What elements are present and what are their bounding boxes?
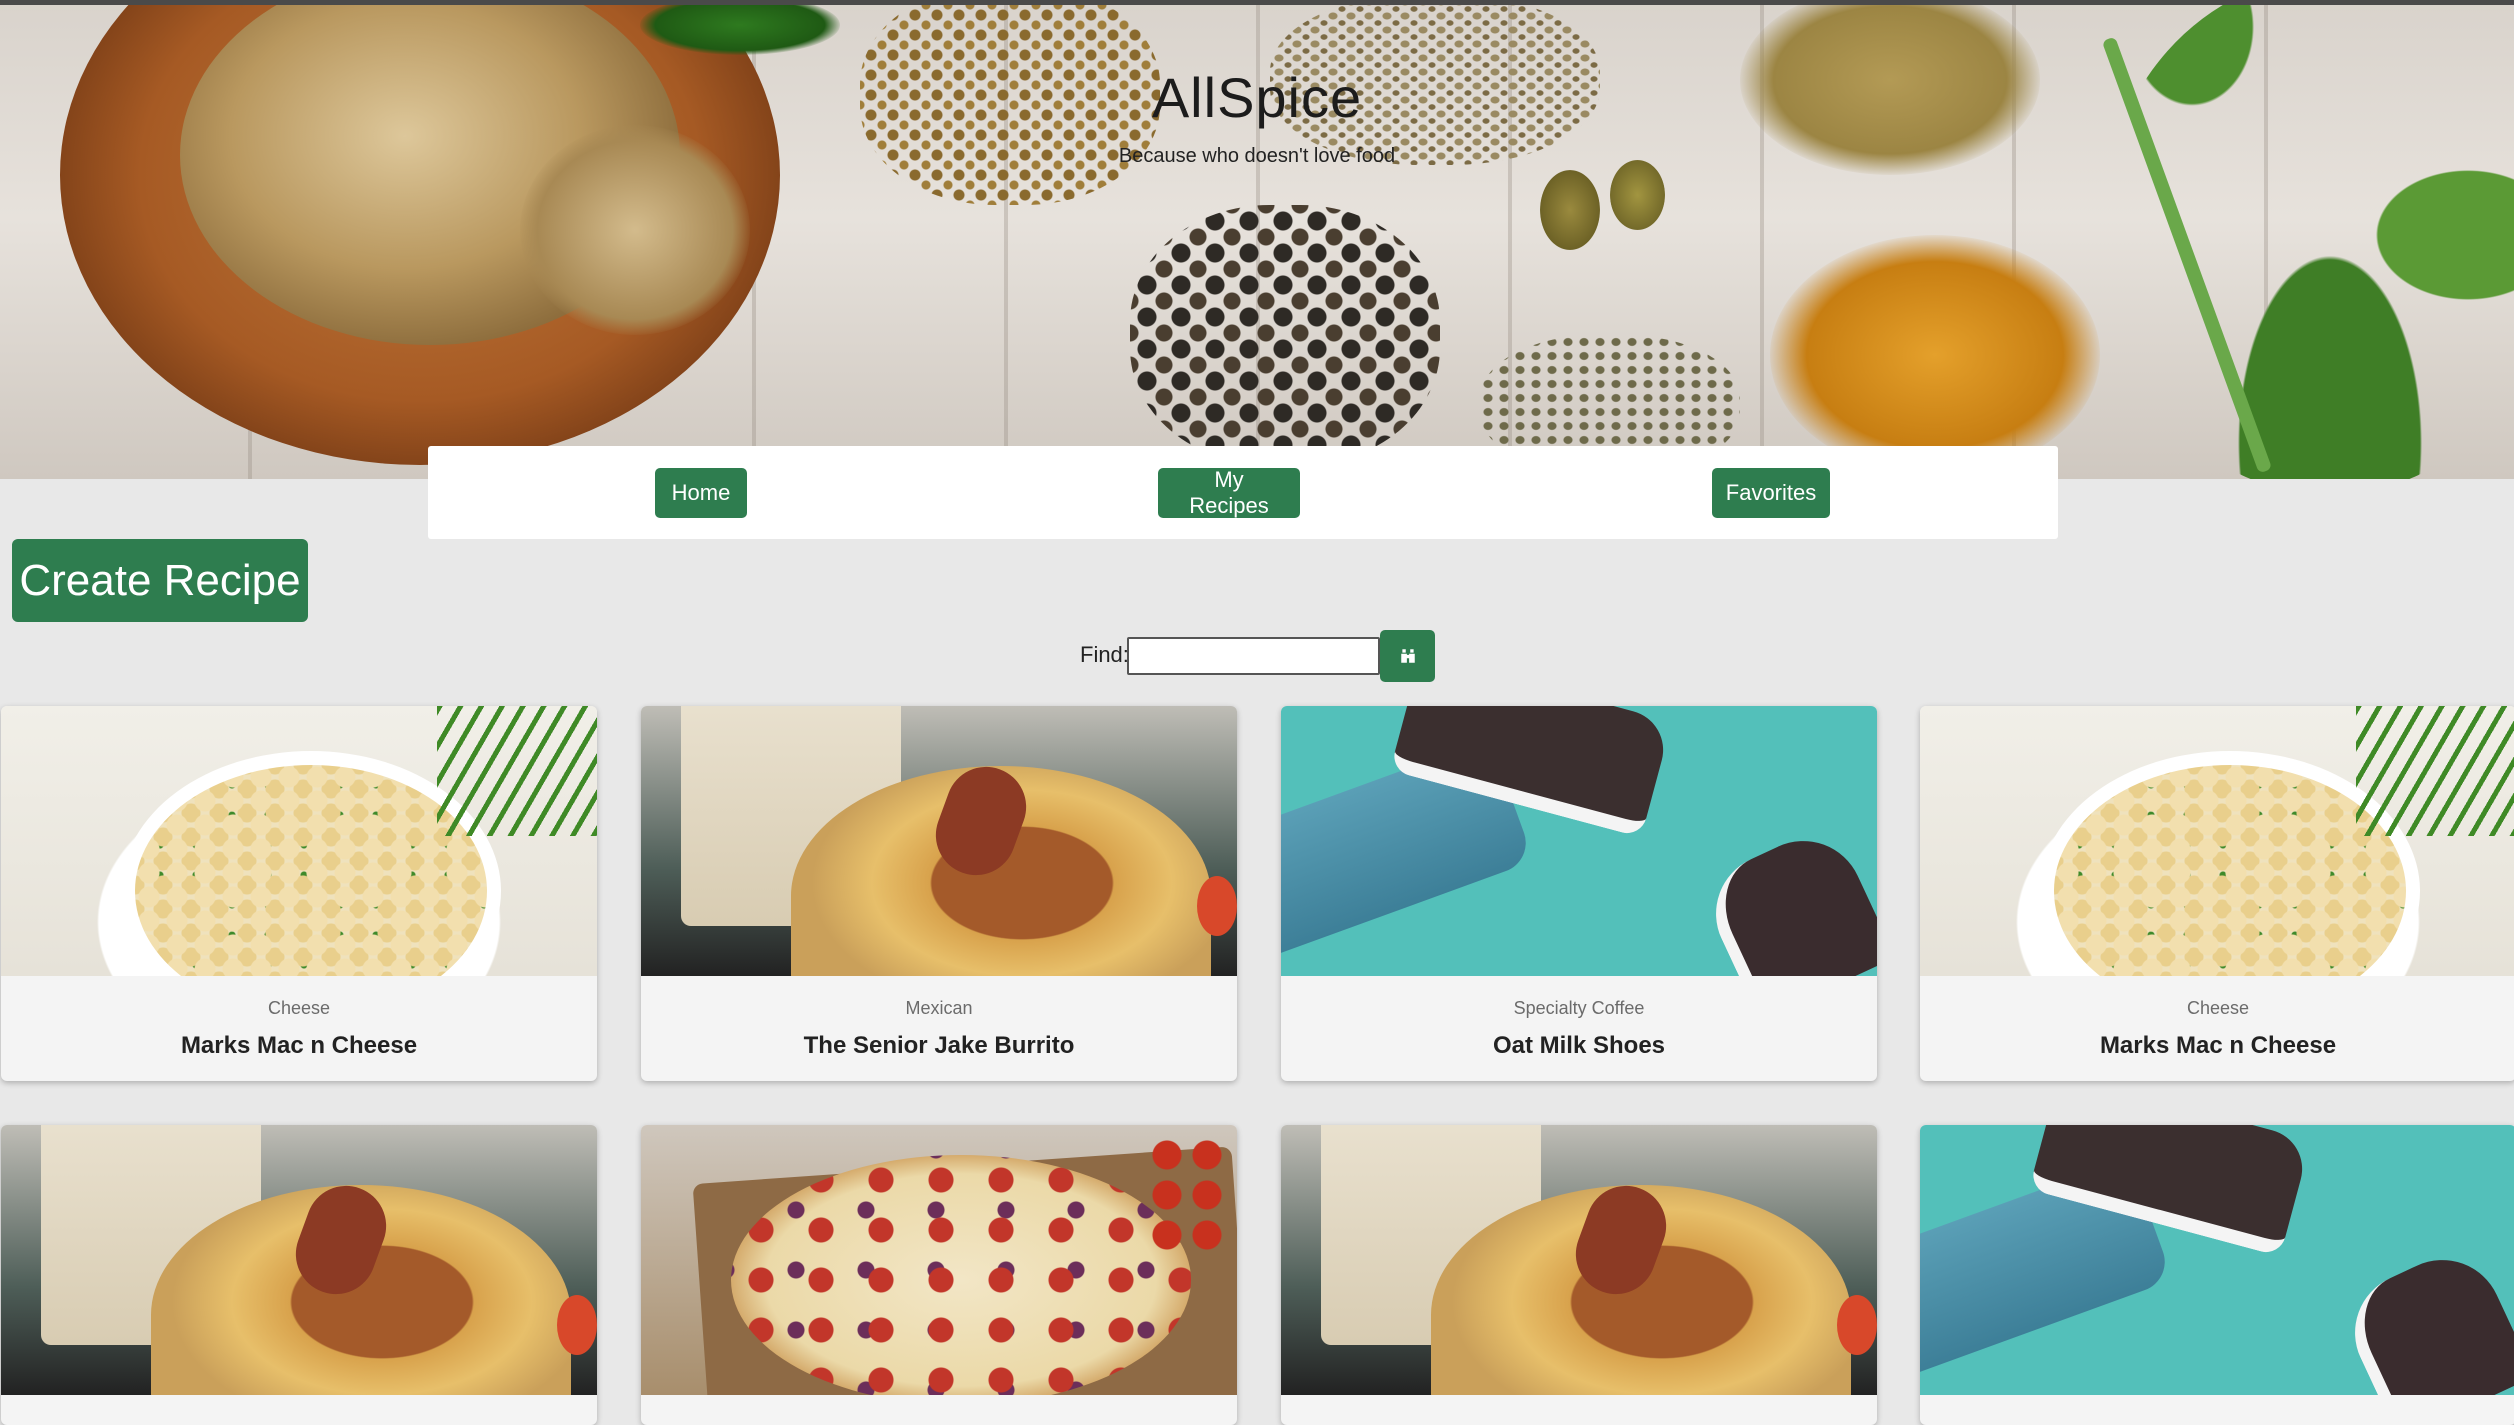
search-button[interactable]	[1380, 630, 1435, 682]
recipe-card[interactable]: Mexican The Senior Jake Burrito	[641, 706, 1237, 1081]
nav-my-recipes-button[interactable]: My Recipes	[1158, 467, 1300, 518]
recipe-title: Oat Milk Shoes	[1492, 1032, 1666, 1059]
brand-tagline: Because who doesn't love food	[1118, 145, 1396, 167]
recipe-card[interactable]: Cheese Marks Mac n Cheese	[1920, 706, 2514, 1081]
recipe-title: Marks Mac n Cheese	[2099, 1032, 2337, 1059]
pizza-image	[641, 1125, 1237, 1395]
recipe-card[interactable]	[641, 1125, 1237, 1425]
recipe-category: Cheese	[2186, 998, 2250, 1018]
mac-and-cheese-image	[1, 706, 597, 976]
hero-cardamom-graphic-2	[1610, 160, 1665, 230]
burrito-image	[1, 1125, 597, 1395]
find-label: Find:	[1080, 642, 1129, 667]
binoculars-icon	[1400, 649, 1415, 663]
search-input[interactable]	[1127, 637, 1380, 675]
nav-home-button[interactable]: Home	[655, 468, 747, 518]
recipe-card[interactable]	[1281, 1125, 1877, 1425]
burrito-image	[641, 706, 1237, 976]
hero-banner: AllSpice Because who doesn't love food	[0, 5, 2514, 479]
navbar: Home My Recipes Favorites	[428, 446, 2058, 539]
mac-and-cheese-image	[1920, 706, 2514, 976]
hero-peppercorn-graphic	[1130, 205, 1440, 465]
burrito-image	[1281, 1125, 1877, 1395]
nav-favorites-button[interactable]: Favorites	[1712, 468, 1830, 518]
recipe-category: Cheese	[267, 998, 331, 1018]
create-recipe-button[interactable]: Create Recipe	[12, 539, 308, 622]
recipe-category: Mexican	[905, 998, 973, 1018]
recipe-title: Marks Mac n Cheese	[180, 1032, 418, 1059]
brand-title: AllSpice	[1151, 66, 1363, 129]
hero-turmeric-graphic	[1770, 235, 2100, 475]
shoes-image	[1281, 706, 1877, 976]
recipe-card[interactable]: Specialty Coffee Oat Milk Shoes	[1281, 706, 1877, 1081]
recipe-card[interactable]: Cheese Marks Mac n Cheese	[1, 706, 597, 1081]
shoes-image	[1920, 1125, 2514, 1395]
recipe-card[interactable]	[1, 1125, 597, 1425]
recipe-category: Specialty Coffee	[1513, 998, 1645, 1018]
hero-cardamom-graphic	[1540, 170, 1600, 250]
recipe-title: The Senior Jake Burrito	[803, 1032, 1075, 1059]
recipe-card[interactable]	[1920, 1125, 2514, 1425]
